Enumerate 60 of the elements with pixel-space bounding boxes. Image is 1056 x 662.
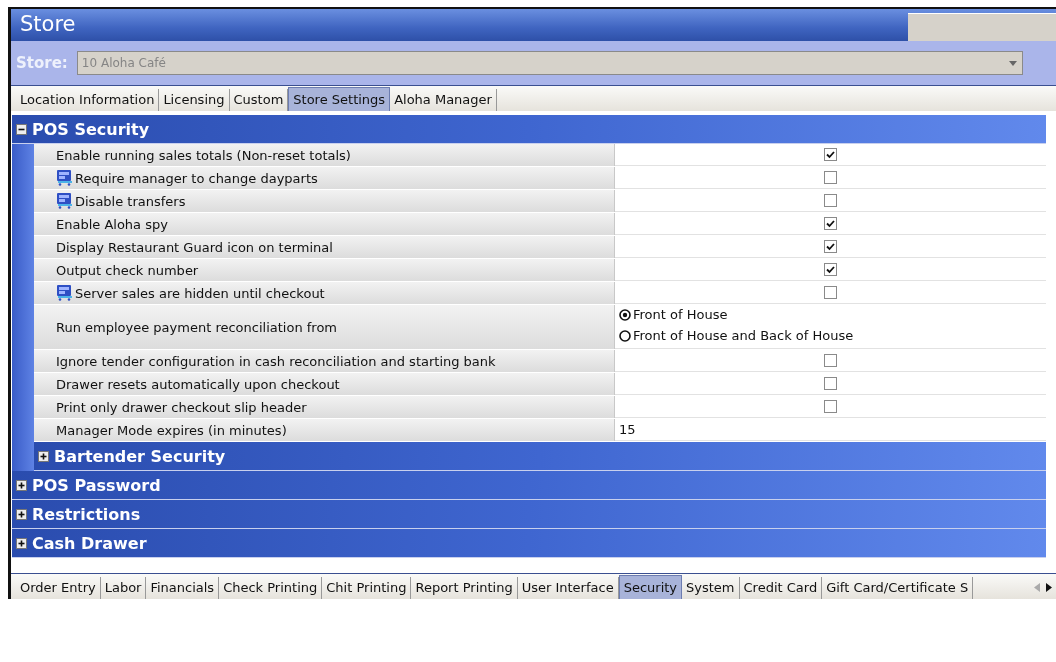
section-header[interactable]: Restrictions: [12, 500, 1046, 529]
setting-label: Display Restaurant Guard icon on terminal: [56, 239, 333, 255]
section-title: Restrictions: [32, 504, 141, 524]
setting-label: Print only drawer checkout slip header: [56, 399, 307, 415]
setting-label: Server sales are hidden until checkout: [75, 285, 325, 301]
section-header[interactable]: POS Security: [12, 115, 1046, 144]
checkbox[interactable]: [824, 148, 837, 161]
setting-label: Enable running sales totals (Non-reset totals): [56, 147, 351, 163]
setting-label: Ignore tender configuration in cash reconciliation and starting bank: [56, 353, 496, 369]
checkbox[interactable]: [824, 377, 837, 390]
tab[interactable]: Labor: [100, 577, 147, 599]
tab[interactable]: Location Information: [16, 89, 160, 111]
checkbox[interactable]: [824, 400, 837, 413]
tab[interactable]: Order Entry: [16, 577, 101, 599]
setting-label: Output check number: [56, 262, 199, 278]
checkbox[interactable]: [824, 263, 837, 276]
tab[interactable]: Report Printing: [411, 577, 518, 599]
section-header[interactable]: POS Password: [12, 471, 1046, 500]
tab[interactable]: Security: [618, 575, 683, 599]
checkbox[interactable]: [824, 217, 837, 230]
tab[interactable]: Chit Printing: [322, 577, 412, 599]
setting-label: Run employee payment reconciliation from: [56, 319, 338, 335]
section-title: POS Security: [32, 119, 150, 139]
tab[interactable]: Store Settings: [288, 87, 391, 111]
scroll-right-icon[interactable]: [1046, 583, 1052, 592]
expand-icon[interactable]: [16, 508, 27, 520]
tab[interactable]: Check Printing: [219, 577, 323, 599]
radio-label: Front of House and Back of House: [633, 328, 854, 343]
tab[interactable]: Financials: [146, 577, 220, 599]
setting-label: Require manager to change dayparts: [75, 170, 318, 186]
setting-label: Drawer resets automatically upon checkout: [56, 376, 340, 392]
tab[interactable]: System: [682, 577, 740, 599]
expand-icon[interactable]: [16, 537, 27, 549]
tab[interactable]: Licensing: [159, 89, 230, 111]
checkbox[interactable]: [824, 286, 837, 299]
setting-label: Manager Mode expires (in minutes): [56, 422, 287, 438]
tab[interactable]: Gift Card/Certificate S: [822, 577, 974, 599]
section-title: Cash Drawer: [32, 533, 147, 553]
checkbox[interactable]: [824, 240, 837, 253]
window-title: Store: [19, 11, 77, 38]
expand-icon[interactable]: [38, 450, 49, 462]
checkbox[interactable]: [824, 194, 837, 207]
section-header[interactable]: Bartender Security: [34, 442, 1046, 471]
dropdown-caret-icon: [1007, 60, 1018, 66]
expand-icon[interactable]: [16, 479, 27, 491]
checkbox[interactable]: [824, 171, 837, 184]
radio-label: Front of House: [633, 307, 728, 322]
store-label: Store:: [16, 54, 68, 72]
checkbox[interactable]: [824, 354, 837, 367]
radio-button[interactable]: [619, 308, 631, 321]
radio-button[interactable]: [619, 329, 631, 342]
section-header[interactable]: Cash Drawer: [12, 529, 1046, 558]
collapse-icon[interactable]: [16, 123, 27, 135]
tab[interactable]: Aloha Manager: [390, 89, 497, 111]
section-title: Bartender Security: [54, 446, 226, 466]
tab[interactable]: Credit Card: [739, 577, 823, 599]
setting-label: Disable transfers: [75, 193, 186, 209]
tab[interactable]: User Interface: [517, 577, 619, 599]
section-title: POS Password: [32, 475, 161, 495]
setting-label: Enable Aloha spy: [56, 216, 168, 232]
